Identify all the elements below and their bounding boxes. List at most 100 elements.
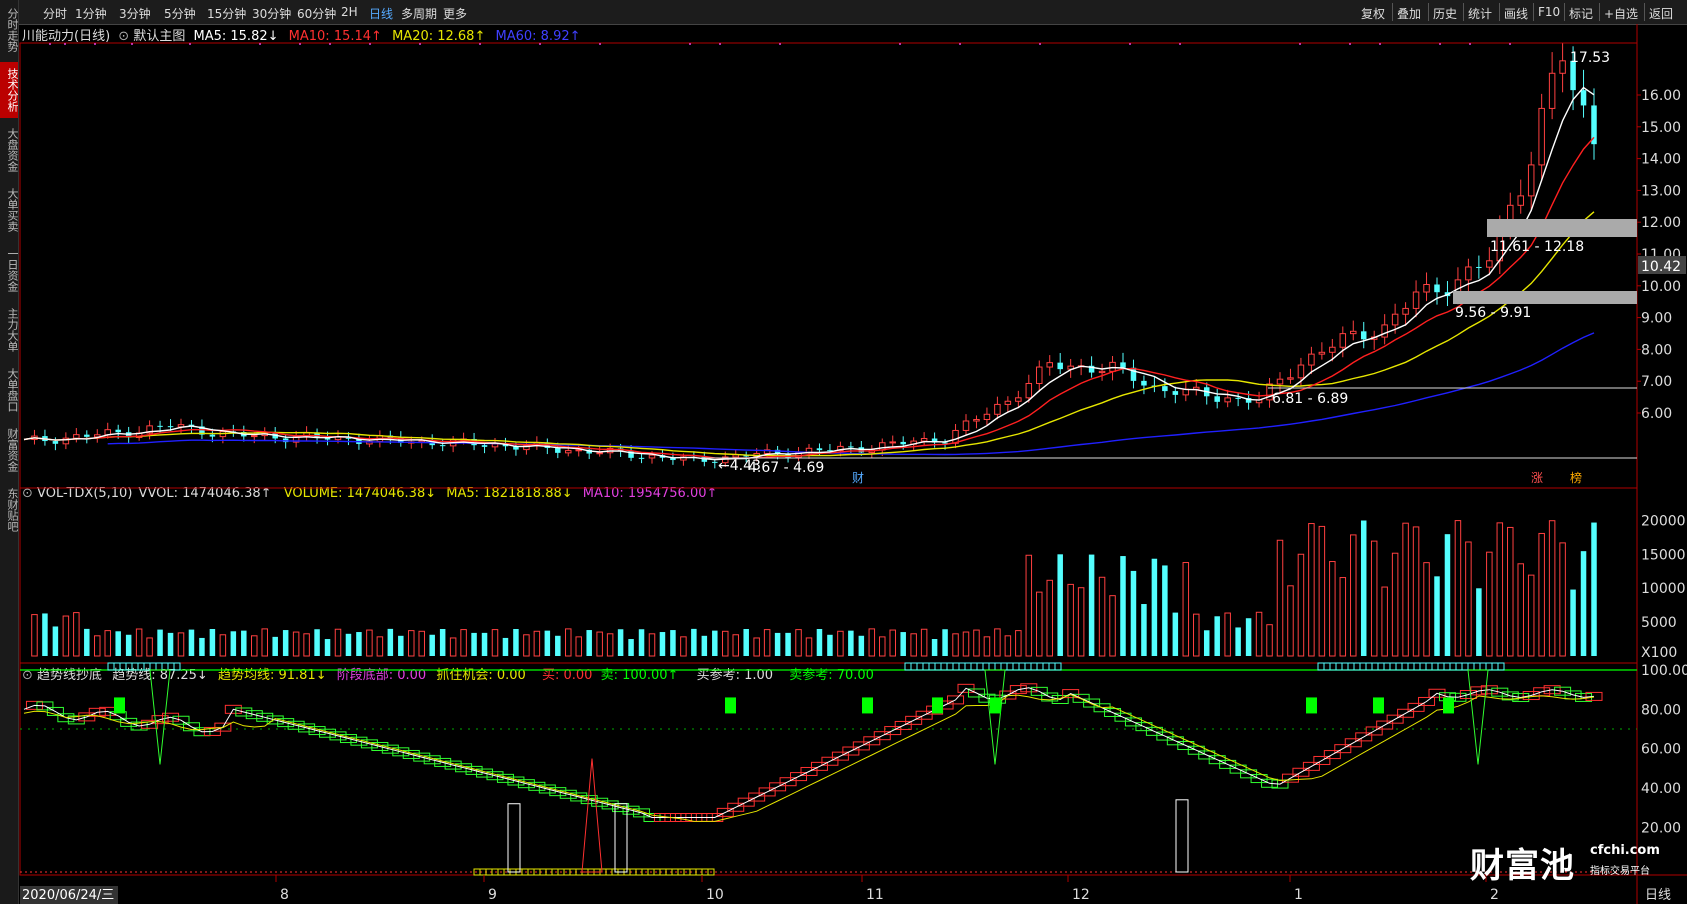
candle-up	[1527, 164, 1535, 197]
trend-axis-label: 100.00	[1641, 663, 1687, 679]
sell-zone-box	[1036, 662, 1044, 671]
signal-dot	[189, 43, 191, 45]
volume-bar-down	[743, 629, 749, 656]
sell-zone-box	[1395, 662, 1403, 671]
volume-bar-up	[1465, 541, 1472, 657]
price-axis-label: 10.00	[1641, 279, 1681, 295]
volume-bar-down	[1057, 554, 1063, 656]
volume-bar-up	[1318, 525, 1326, 657]
sell-zone-box	[149, 662, 157, 671]
signal-dot	[1379, 43, 1381, 45]
sell-zone-box	[904, 662, 912, 671]
sell-spike	[984, 669, 1006, 765]
volume-bar-up	[1287, 585, 1294, 657]
month-label: 8	[280, 887, 289, 903]
volume-bar-down	[1203, 630, 1210, 656]
volume-bar-down	[848, 630, 854, 656]
sell-zone-box	[1455, 662, 1463, 671]
price-axis-label: 7.00	[1641, 374, 1672, 390]
volume-axis-label: 20000	[1641, 513, 1686, 529]
signal-dot	[1509, 43, 1511, 45]
candle-down	[52, 441, 59, 444]
candle-down	[1141, 380, 1147, 386]
signal-dot	[479, 43, 481, 45]
sell-zone-box	[113, 662, 121, 671]
trend-white-line	[23, 687, 1595, 818]
sell-zone-box	[1419, 662, 1427, 671]
buy-signal-square	[725, 697, 736, 714]
zone-2	[1453, 291, 1637, 304]
signal-dot	[899, 43, 901, 45]
sell-zone-box	[964, 662, 972, 671]
volume-bar-up	[219, 634, 227, 657]
sell-zone-box	[1018, 662, 1026, 671]
volume-bar-up	[1182, 562, 1190, 657]
volume-bar-up	[1402, 522, 1409, 657]
candle-up	[1339, 333, 1347, 348]
signal-dot	[1439, 43, 1441, 45]
volume-bar-down	[1130, 570, 1137, 656]
candle-up	[1015, 397, 1022, 402]
buy-signal-square	[1306, 697, 1317, 714]
volume-bar-up	[1538, 532, 1545, 657]
volume-bar-up	[575, 636, 582, 657]
sell-zone-box	[1437, 662, 1445, 671]
candle-up	[575, 449, 582, 452]
sell-zone-box	[1024, 662, 1032, 671]
volume-bar-down	[125, 634, 132, 656]
volume-bar-up	[1339, 577, 1347, 657]
candle-up	[1381, 324, 1388, 338]
signal-dot	[64, 43, 66, 45]
volume-bar-down	[481, 632, 488, 656]
volume-bar-down	[1591, 522, 1597, 656]
volume-bar-up	[1004, 635, 1012, 657]
candle-down	[1162, 386, 1168, 392]
bottom-signal-bar	[507, 803, 521, 873]
volume-bar-up	[1036, 591, 1043, 657]
candle-down	[115, 429, 121, 433]
sell-zone-box	[1042, 662, 1050, 671]
volume-bar-up	[889, 629, 896, 657]
candle-up	[73, 434, 80, 439]
sell-zone-box	[1365, 662, 1373, 671]
signal-dot	[959, 43, 961, 45]
volume-bar-up	[251, 635, 258, 657]
sell-zone-box	[910, 662, 918, 671]
zone-1	[1487, 219, 1637, 237]
volume-bar-down	[785, 632, 791, 656]
candle-up	[1276, 378, 1284, 385]
candle-down	[1120, 362, 1126, 368]
sell-zone-box	[952, 662, 960, 671]
volume-bar-down	[858, 635, 865, 656]
volume-bar-up	[1329, 561, 1336, 657]
volume-bar-up	[1548, 520, 1556, 657]
volume-bar-down	[1245, 618, 1252, 656]
current-price-label: 10.42	[1641, 259, 1681, 275]
volume-bar-up	[1517, 563, 1524, 657]
sell-zone-box	[1479, 662, 1487, 671]
volume-bar-down	[1214, 616, 1220, 656]
candle-up	[1098, 370, 1106, 374]
brand-logo: 财富池	[1470, 846, 1575, 886]
volume-bar-down	[439, 629, 446, 656]
price-axis-label: 12.00	[1641, 215, 1681, 231]
sell-zone-box	[1317, 662, 1325, 671]
volume-bar-down	[1580, 551, 1587, 656]
limit-up-marker: 涨	[1531, 470, 1543, 485]
price-axis-label: 6.00	[1641, 406, 1672, 422]
brand-domain: cfchi.com	[1590, 843, 1660, 858]
volume-bar-down	[471, 632, 477, 656]
candle-up	[491, 443, 499, 448]
sell-zone-box	[988, 662, 996, 671]
volume-bar-down	[617, 629, 624, 656]
zone1-label: 11.61 - 12.18	[1490, 239, 1584, 255]
volume-bar-down	[1120, 556, 1126, 656]
sell-zone-box	[167, 662, 175, 671]
volume-bar-down	[188, 629, 195, 656]
chart-canvas[interactable]: 17.53 11.61 - 12.18 9.56 - 9.91 6.81 - 6.89…	[0, 0, 1687, 904]
candle-down	[712, 461, 718, 463]
candle-up	[1297, 364, 1305, 379]
candle-up	[1402, 307, 1409, 315]
volume-bar-up	[1276, 539, 1284, 657]
sell-zone-box	[1485, 662, 1493, 671]
